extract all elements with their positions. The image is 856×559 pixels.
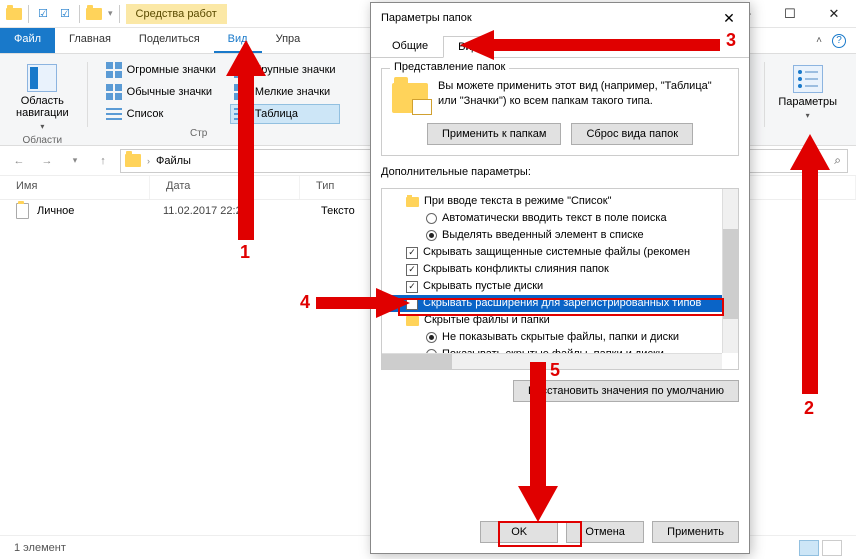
close-button[interactable]: ✕ bbox=[812, 0, 856, 28]
details-view-toggle[interactable] bbox=[799, 540, 819, 556]
label: Мелкие значки bbox=[255, 86, 330, 98]
list-icon bbox=[106, 106, 122, 122]
forward-button[interactable]: → bbox=[36, 150, 58, 172]
annotation-number-2: 2 bbox=[804, 398, 814, 419]
label: Список bbox=[127, 108, 164, 120]
medium-icons-button[interactable]: Обычные значки bbox=[102, 82, 220, 102]
scrollbar-vertical[interactable] bbox=[722, 189, 738, 353]
column-date[interactable]: Дата bbox=[150, 176, 300, 199]
dialog-titlebar: Параметры папок ✕ bbox=[371, 3, 749, 33]
close-button[interactable]: ✕ bbox=[709, 4, 749, 32]
annotation-highlight-4 bbox=[398, 298, 724, 316]
annotation-number-1: 1 bbox=[240, 242, 250, 263]
up-button[interactable]: ↑ bbox=[92, 150, 114, 172]
label: Огромные значки bbox=[127, 64, 216, 76]
annotation-number-4: 4 bbox=[300, 292, 310, 313]
recent-button[interactable]: ▾ bbox=[64, 150, 86, 172]
apply-button[interactable]: Применить bbox=[652, 521, 739, 543]
tree-option[interactable]: ✓Скрывать конфликты слияния папок bbox=[388, 261, 734, 278]
ribbon-group-title: Области bbox=[23, 135, 63, 149]
options-icon bbox=[793, 65, 823, 93]
folder-options-dialog: Параметры папок ✕ Общие Вид Представлени… bbox=[370, 2, 750, 554]
tab-general[interactable]: Общие bbox=[377, 35, 443, 57]
reset-folders-button[interactable]: Сброс вида папок bbox=[571, 123, 693, 145]
advanced-settings-tree[interactable]: При вводе текста в режиме "Список" Автом… bbox=[381, 188, 739, 370]
tab-manage[interactable]: Упра bbox=[262, 28, 315, 53]
icons-view-toggle[interactable] bbox=[822, 540, 842, 556]
grid-icon bbox=[106, 84, 122, 100]
maximize-button[interactable]: ☐ bbox=[768, 0, 812, 28]
folder-icon bbox=[6, 6, 22, 22]
tree-option[interactable]: Не показывать скрытые файлы, папки и дис… bbox=[388, 329, 734, 346]
folder-icon bbox=[86, 6, 102, 22]
annotation-arrow-1 bbox=[226, 40, 266, 240]
annotation-arrow-2 bbox=[790, 134, 830, 394]
file-name: Личное bbox=[37, 205, 155, 217]
checkbox-icon[interactable]: ✓ bbox=[406, 247, 418, 259]
annotation-arrow-5 bbox=[518, 362, 558, 522]
tab-share[interactable]: Поделиться bbox=[125, 28, 214, 53]
chevron-down-icon[interactable]: ▾ bbox=[108, 8, 113, 19]
column-name[interactable]: Имя bbox=[0, 176, 150, 199]
radio-icon[interactable] bbox=[426, 332, 437, 343]
annotation-number-5: 5 bbox=[550, 360, 560, 381]
folder-icon bbox=[406, 197, 419, 207]
tree-option[interactable]: ✓Скрывать защищенные системные файлы (ре… bbox=[388, 244, 734, 261]
label: Крупные значки bbox=[255, 64, 336, 76]
grid-icon bbox=[106, 62, 122, 78]
navigation-pane-icon bbox=[27, 64, 57, 92]
tab-home[interactable]: Главная bbox=[55, 28, 125, 53]
folder-view-group: Представление папок Вы можете применить … bbox=[381, 68, 739, 156]
breadcrumb[interactable]: Файлы bbox=[156, 155, 191, 167]
collapse-ribbon-icon[interactable]: ˄ bbox=[816, 35, 822, 46]
context-tab[interactable]: Средства работ bbox=[126, 4, 227, 24]
checkbox-icon[interactable]: ☑ bbox=[35, 6, 51, 22]
ribbon-group-title: Стр bbox=[190, 128, 207, 142]
file-type: Тексто bbox=[321, 205, 355, 217]
search-icon: ⌕ bbox=[834, 153, 841, 168]
item-count: 1 элемент bbox=[14, 542, 66, 554]
help-icon[interactable]: ? bbox=[832, 34, 846, 48]
annotation-highlight-5 bbox=[498, 521, 582, 547]
options-button[interactable]: Параметры ▾ bbox=[771, 60, 844, 125]
navigation-pane-button[interactable]: Область навигации ▾ bbox=[12, 60, 73, 135]
folder-view-text: Вы можете применить этот вид (например, … bbox=[438, 79, 728, 109]
radio-icon[interactable] bbox=[426, 230, 437, 241]
chevron-right-icon: › bbox=[147, 156, 150, 166]
checkbox-icon[interactable]: ✓ bbox=[406, 264, 418, 276]
navigation-pane-label: Область навигации bbox=[16, 95, 69, 119]
advanced-label: Дополнительные параметры: bbox=[381, 166, 739, 178]
huge-icons-button[interactable]: Огромные значки bbox=[102, 60, 220, 80]
annotation-arrow-4 bbox=[316, 288, 410, 318]
dialog-title: Параметры папок bbox=[381, 12, 472, 24]
label: Обычные значки bbox=[127, 86, 212, 98]
tree-option[interactable]: ✓Скрывать пустые диски bbox=[388, 278, 734, 295]
options-label: Параметры bbox=[778, 96, 837, 108]
back-button[interactable]: ← bbox=[8, 150, 30, 172]
annotation-number-3: 3 bbox=[726, 30, 736, 51]
tree-group: При вводе текста в режиме "Список" bbox=[388, 193, 734, 210]
tab-file[interactable]: Файл bbox=[0, 28, 55, 53]
chevron-down-icon: ▾ bbox=[806, 111, 810, 120]
radio-icon[interactable] bbox=[426, 213, 437, 224]
apply-to-folders-button[interactable]: Применить к папкам bbox=[427, 123, 562, 145]
folder-icon bbox=[392, 83, 428, 113]
group-legend: Представление папок bbox=[390, 61, 509, 73]
tree-option[interactable]: Выделять введенный элемент в списке bbox=[388, 227, 734, 244]
annotation-arrow-3 bbox=[460, 30, 720, 60]
chevron-down-icon: ▾ bbox=[40, 122, 44, 131]
folder-icon bbox=[125, 154, 141, 167]
file-icon bbox=[16, 203, 29, 219]
tree-option[interactable]: Автоматически вводить текст в поле поиск… bbox=[388, 210, 734, 227]
checkbox-icon[interactable]: ☑ bbox=[57, 6, 73, 22]
list-button[interactable]: Список bbox=[102, 104, 220, 124]
